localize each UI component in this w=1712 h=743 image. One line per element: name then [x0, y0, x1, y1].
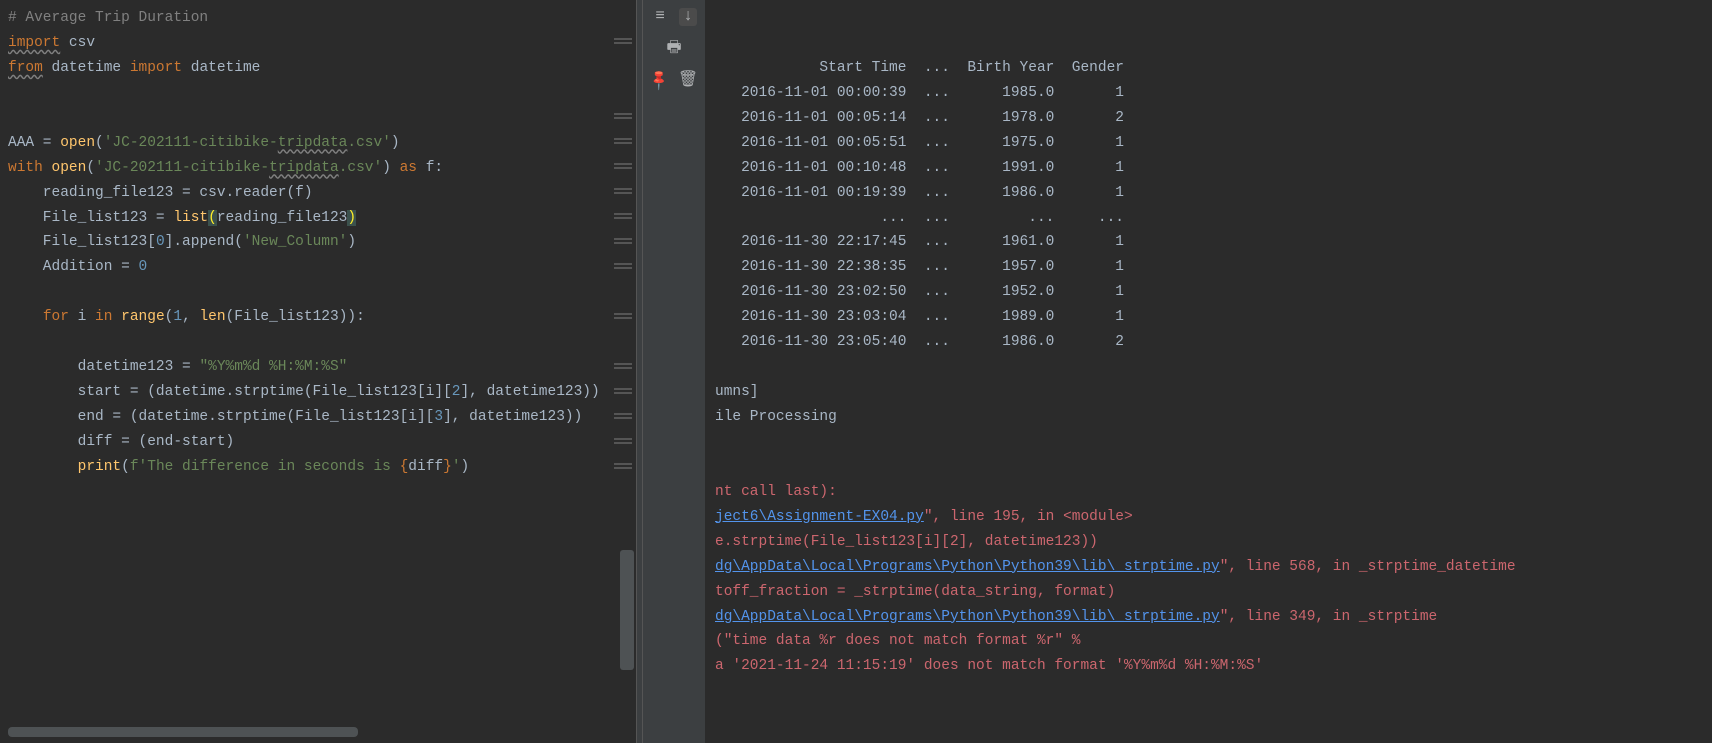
gutter-marker-icon[interactable] — [614, 388, 632, 396]
output-line: 2016-11-01 00:19:39 ... 1986.0 1 — [715, 181, 1712, 206]
output-line: 2016-11-01 00:05:14 ... 1978.0 2 — [715, 106, 1712, 131]
gutter-marker-icon[interactable] — [614, 188, 632, 196]
code-line[interactable]: File_list123[0].append('New_Column') — [8, 230, 636, 255]
error-line: dg\AppData\Local\Programs\Python\Python3… — [715, 555, 1712, 580]
code-line[interactable] — [8, 280, 636, 305]
error-line: toff_fraction = _strptime(data_string, f… — [715, 580, 1712, 605]
output-line: 2016-11-01 00:05:51 ... 1975.0 1 — [715, 131, 1712, 156]
output-pane[interactable]: Start Time ... Birth Year Gender 2016-11… — [705, 0, 1712, 743]
output-line: 2016-11-30 23:02:50 ... 1952.0 1 — [715, 280, 1712, 305]
code-line[interactable]: print(f'The difference in seconds is {di… — [8, 455, 636, 480]
code-line[interactable]: datetime123 = "%Y%m%d %H:%M:%S" — [8, 355, 636, 380]
editor-pane[interactable]: # Average Trip Durationimport csvfrom da… — [0, 0, 636, 743]
output-line — [715, 729, 1712, 743]
output-line: 2016-11-30 23:03:04 ... 1989.0 1 — [715, 305, 1712, 330]
print-icon[interactable]: 🖶 — [665, 40, 683, 58]
traceback-link[interactable]: dg\AppData\Local\Programs\Python\Python3… — [715, 559, 1220, 575]
output-line: ile Processing — [715, 405, 1712, 430]
output-line: umns] — [715, 380, 1712, 405]
error-line: nt call last): — [715, 480, 1712, 505]
trash-icon[interactable]: 🗑 — [679, 72, 697, 90]
code-line[interactable]: reading_file123 = csv.reader(f) — [8, 181, 636, 206]
code-line[interactable]: from datetime import datetime — [8, 56, 636, 81]
output-line: 2016-11-30 22:38:35 ... 1957.0 1 — [715, 255, 1712, 280]
pane-splitter[interactable] — [636, 0, 643, 743]
traceback-link[interactable]: dg\AppData\Local\Programs\Python\Python3… — [715, 609, 1220, 625]
code-line[interactable]: diff = (end-start) — [8, 430, 636, 455]
code-line[interactable]: File_list123 = list(reading_file123) — [8, 206, 636, 231]
gutter-marker-icon[interactable] — [614, 463, 632, 471]
horizontal-scrollbar[interactable] — [8, 727, 358, 737]
gutter-marker-icon[interactable] — [614, 113, 632, 121]
gutter-marker-icon[interactable] — [614, 163, 632, 171]
output-line: 2016-11-30 22:17:45 ... 1961.0 1 — [715, 230, 1712, 255]
code-editor[interactable]: # Average Trip Durationimport csvfrom da… — [8, 6, 636, 480]
gutter-marker-icon[interactable] — [614, 363, 632, 371]
code-line[interactable]: for i in range(1, len(File_list123)): — [8, 305, 636, 330]
error-line: dg\AppData\Local\Programs\Python\Python3… — [715, 605, 1712, 630]
error-line: ject6\Assignment-EX04.py", line 195, in … — [715, 505, 1712, 530]
gutter-marker-icon[interactable] — [614, 238, 632, 246]
code-line[interactable]: import csv — [8, 31, 636, 56]
code-line[interactable]: end = (datetime.strptime(File_list123[i]… — [8, 405, 636, 430]
code-line[interactable]: # Average Trip Duration — [8, 6, 636, 31]
output-line: 2016-11-01 00:10:48 ... 1991.0 1 — [715, 156, 1712, 181]
output-line: Start Time ... Birth Year Gender — [715, 56, 1712, 81]
gutter-marker-icon[interactable] — [614, 413, 632, 421]
gutter-marker-icon[interactable] — [614, 38, 632, 46]
code-line[interactable] — [8, 106, 636, 131]
error-line: a '2021-11-24 11:15:19' does not match f… — [715, 654, 1712, 679]
error-line: ("time data %r does not match format %r"… — [715, 629, 1712, 654]
output-toolbar: ≡ ↓ 🖶 📌 🗑 — [643, 0, 705, 743]
code-line[interactable] — [8, 81, 636, 106]
output-line: 2016-11-30 23:05:40 ... 1986.0 2 — [715, 330, 1712, 355]
output-line — [715, 355, 1712, 380]
code-line[interactable]: with open('JC-202111-citibike-tripdata.c… — [8, 156, 636, 181]
gutter-marker-icon[interactable] — [614, 313, 632, 321]
code-line[interactable]: start = (datetime.strptime(File_list123[… — [8, 380, 636, 405]
scroll-to-end-icon[interactable]: ↓ — [679, 8, 697, 26]
pin-icon[interactable]: 📌 — [647, 68, 672, 93]
output-line: 2016-11-01 00:00:39 ... 1985.0 1 — [715, 81, 1712, 106]
code-line[interactable]: Addition = 0 — [8, 255, 636, 280]
gutter-marker-icon[interactable] — [614, 138, 632, 146]
code-line[interactable] — [8, 330, 636, 355]
error-line: e.strptime(File_list123[i][2], datetime1… — [715, 530, 1712, 555]
gutter-marker-icon[interactable] — [614, 263, 632, 271]
gutter-marker-icon[interactable] — [614, 213, 632, 221]
soft-wrap-icon[interactable]: ≡ — [651, 8, 669, 26]
gutter-marker-icon[interactable] — [614, 438, 632, 446]
code-line[interactable]: AAA = open('JC-202111-citibike-tripdata.… — [8, 131, 636, 156]
vertical-scrollbar[interactable] — [620, 550, 634, 670]
traceback-link[interactable]: ject6\Assignment-EX04.py — [715, 509, 924, 525]
output-line: ... ... ... ... — [715, 206, 1712, 231]
